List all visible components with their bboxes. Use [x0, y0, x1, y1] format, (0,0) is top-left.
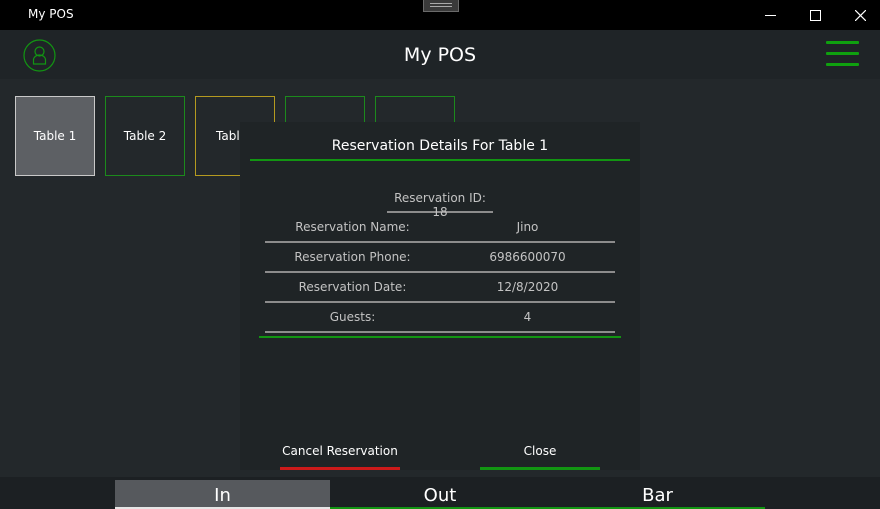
table-tile[interactable]: Table 1	[15, 96, 95, 176]
detail-value: Jino	[516, 220, 539, 234]
detail-value: 6986600070	[489, 250, 566, 264]
tab-bar[interactable]: Bar	[550, 480, 765, 509]
close-button[interactable]: Close	[480, 440, 600, 470]
minimize-icon	[764, 14, 776, 16]
reservation-dialog: Reservation Details For Table 1 Reservat…	[240, 122, 640, 470]
hamburger-icon[interactable]	[826, 41, 859, 69]
tab-out[interactable]: Out	[330, 480, 550, 509]
dialog-title: Reservation Details For Table 1	[331, 138, 549, 154]
table-label: Table 2	[123, 129, 167, 143]
detail-row: Guests: 4	[265, 303, 615, 333]
divider	[259, 336, 621, 338]
detail-label: Reservation Phone:	[294, 250, 411, 264]
table-label: Table 1	[33, 129, 77, 143]
maximize-icon	[809, 9, 821, 21]
cancel-reservation-button[interactable]: Cancel Reservation	[280, 440, 400, 470]
page-title: My POS	[403, 44, 477, 66]
detail-value: 12/8/2020	[496, 280, 559, 294]
maximize-button[interactable]	[792, 0, 838, 30]
close-window-button[interactable]	[837, 0, 880, 30]
drag-handle-icon[interactable]	[423, 0, 459, 12]
app-bar: My POS	[0, 30, 880, 79]
window-title: My POS	[28, 7, 74, 21]
minimize-button[interactable]	[747, 0, 793, 30]
reservation-id: Reservation ID: 18	[387, 191, 493, 219]
table-tile[interactable]: Table 2	[105, 96, 185, 176]
detail-label: Guests:	[329, 310, 376, 324]
divider	[250, 159, 630, 161]
detail-row: Reservation Date: 12/8/2020	[265, 273, 615, 303]
detail-label: Reservation Date:	[298, 280, 407, 294]
title-bar: My POS	[0, 0, 880, 30]
detail-row: Reservation Name: Jino	[265, 213, 615, 243]
detail-row: Reservation Phone: 6986600070	[265, 243, 615, 273]
detail-label: Reservation Name:	[295, 220, 410, 234]
bottom-nav: In Out Bar	[0, 477, 880, 509]
detail-value: 4	[523, 310, 532, 324]
tab-in[interactable]: In	[115, 480, 330, 509]
close-icon	[854, 9, 866, 21]
